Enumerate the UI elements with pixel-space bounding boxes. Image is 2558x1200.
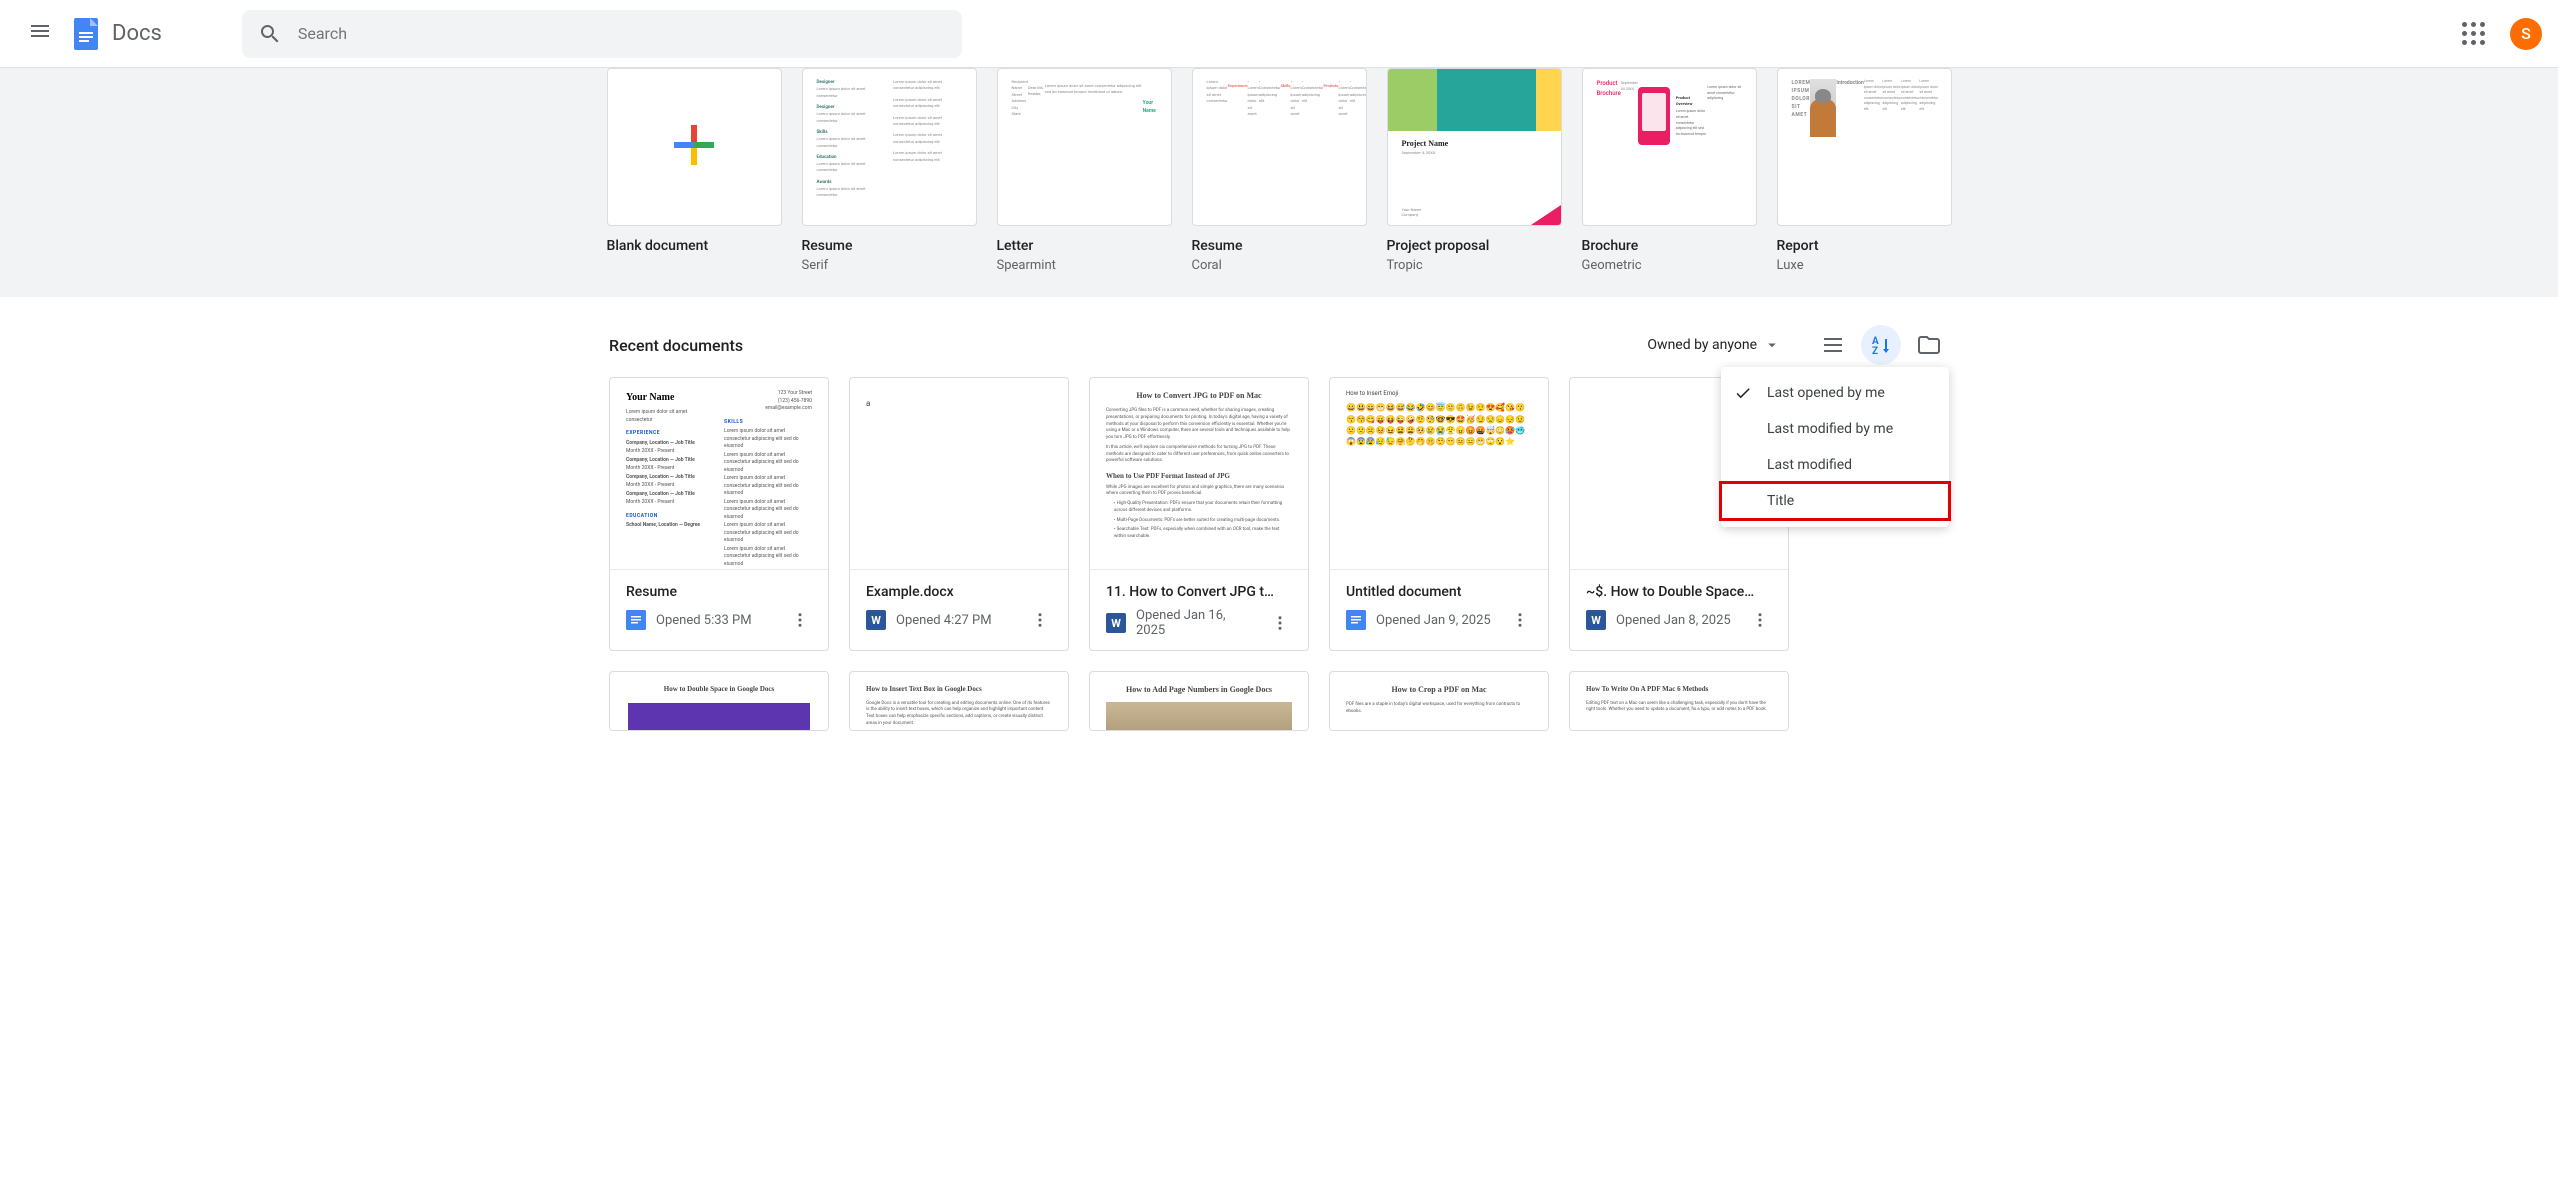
more-vert-icon bbox=[1271, 614, 1289, 632]
sort-option[interactable]: Title bbox=[1721, 483, 1949, 519]
document-date: Opened Jan 9, 2025 bbox=[1376, 613, 1498, 628]
template-name: Project proposal bbox=[1387, 238, 1562, 254]
more-vert-icon bbox=[1511, 611, 1529, 629]
template-subtitle: Tropic bbox=[1387, 258, 1562, 273]
owner-filter[interactable]: Owned by anyone bbox=[1639, 328, 1789, 362]
template-name: Brochure bbox=[1582, 238, 1757, 254]
document-more-button[interactable] bbox=[788, 608, 812, 632]
recent-header: Recent documents Owned by anyone AZ Last… bbox=[597, 313, 1961, 377]
docs-file-icon bbox=[1346, 610, 1366, 630]
document-card[interactable]: How to Double Space in Google Docs bbox=[609, 671, 829, 731]
templates-row: Blank document DesignerLorem ipsum dolor … bbox=[597, 68, 1961, 273]
app-logo[interactable]: Docs bbox=[68, 16, 162, 52]
docs-file-icon bbox=[626, 610, 646, 630]
sort-option-label: Last modified bbox=[1767, 457, 1852, 473]
template-subtitle: Luxe bbox=[1777, 258, 1952, 273]
document-card[interactable]: Your NameLorem ipsum dolor sit amet cons… bbox=[609, 377, 829, 651]
template-name: Resume bbox=[802, 238, 977, 254]
sort-option-label: Last opened by me bbox=[1767, 385, 1885, 401]
view-controls: AZ bbox=[1813, 325, 1949, 365]
more-vert-icon bbox=[791, 611, 809, 629]
template-card-report[interactable]: LOREM IPSUM DOLOR SIT AMETIntroductionLo… bbox=[1777, 68, 1952, 273]
sort-option-label: Title bbox=[1767, 493, 1794, 509]
document-name: Resume bbox=[626, 584, 812, 600]
check-icon bbox=[1733, 383, 1753, 403]
document-date: Opened 5:33 PM bbox=[656, 613, 778, 628]
template-card-blank[interactable]: Blank document bbox=[607, 68, 782, 273]
template-card-resume_serif[interactable]: DesignerLorem ipsum dolor sit amet conse… bbox=[802, 68, 977, 273]
main-menu-button[interactable] bbox=[16, 10, 64, 58]
template-card-brochure[interactable]: Product BrochureSeptember 04 20XXProduct… bbox=[1582, 68, 1757, 273]
recent-section: Recent documents Owned by anyone AZ Last… bbox=[597, 297, 1961, 747]
template-subtitle: Serif bbox=[802, 258, 977, 273]
sort-option-label: Last modified by me bbox=[1767, 421, 1893, 437]
document-card[interactable]: How to Crop a PDF on MacPDF files are a … bbox=[1329, 671, 1549, 731]
folder-icon bbox=[1917, 333, 1941, 357]
template-name: Blank document bbox=[607, 238, 782, 254]
owner-filter-label: Owned by anyone bbox=[1647, 337, 1757, 353]
document-date: Opened Jan 16, 2025 bbox=[1136, 608, 1258, 638]
docs-icon bbox=[68, 16, 104, 52]
document-card[interactable]: How to Insert Emoji😀😃😄😁😆😅😂🤣😊😇🙂🙃😉😌😍🥰😘😗😙😚😋… bbox=[1329, 377, 1549, 651]
template-card-resume_coral[interactable]: Lorem ipsum dolor sit amet consecteturEx… bbox=[1192, 68, 1367, 273]
template-subtitle: Geometric bbox=[1582, 258, 1757, 273]
template-subtitle: Spearmint bbox=[997, 258, 1172, 273]
word-file-icon: W bbox=[1586, 610, 1606, 630]
list-view-button[interactable] bbox=[1813, 325, 1853, 365]
user-avatar[interactable]: S bbox=[2510, 18, 2542, 50]
sort-option[interactable]: Last modified by me bbox=[1721, 411, 1949, 447]
more-vert-icon bbox=[1751, 611, 1769, 629]
list-icon bbox=[1821, 333, 1845, 357]
document-card[interactable]: How To Write On A PDF Mac 6 MethodsEditi… bbox=[1569, 671, 1789, 731]
document-more-button[interactable] bbox=[1748, 608, 1772, 632]
document-card[interactable]: aExample.docxWOpened 4:27 PM bbox=[849, 377, 1069, 651]
document-name: 11. How to Convert JPG t… bbox=[1106, 584, 1292, 600]
check-icon bbox=[1733, 455, 1753, 475]
document-date: Opened Jan 8, 2025 bbox=[1616, 613, 1738, 628]
check-icon bbox=[1733, 419, 1753, 439]
svg-text:Z: Z bbox=[1872, 346, 1878, 357]
document-card[interactable]: How to Convert JPG to PDF on MacConverti… bbox=[1089, 377, 1309, 651]
template-card-proposal[interactable]: Project NameSeptember 4, 20XXYour NameCo… bbox=[1387, 68, 1562, 273]
search-input[interactable] bbox=[298, 24, 946, 43]
sort-button[interactable]: AZ bbox=[1861, 325, 1901, 365]
plus-icon bbox=[669, 120, 719, 174]
document-more-button[interactable] bbox=[1508, 608, 1532, 632]
recent-title: Recent documents bbox=[609, 336, 743, 355]
document-date: Opened 4:27 PM bbox=[896, 613, 1018, 628]
document-name: Example.docx bbox=[866, 584, 1052, 600]
document-more-button[interactable] bbox=[1028, 608, 1052, 632]
more-vert-icon bbox=[1031, 611, 1049, 629]
document-name: Untitled document bbox=[1346, 584, 1532, 600]
dropdown-icon bbox=[1763, 336, 1781, 354]
templates-section: Blank document DesignerLorem ipsum dolor … bbox=[0, 68, 2558, 297]
sort-option[interactable]: Last opened by me bbox=[1721, 375, 1949, 411]
apps-grid-icon bbox=[2462, 22, 2486, 46]
template-subtitle: Coral bbox=[1192, 258, 1367, 273]
sort-option[interactable]: Last modified bbox=[1721, 447, 1949, 483]
template-name: Resume bbox=[1192, 238, 1367, 254]
hamburger-icon bbox=[28, 22, 52, 46]
word-file-icon: W bbox=[866, 610, 886, 630]
header: Docs S bbox=[0, 0, 2558, 68]
app-name: Docs bbox=[112, 21, 162, 46]
search-bar[interactable] bbox=[242, 10, 962, 58]
check-icon bbox=[1733, 491, 1753, 511]
document-name: ~$. How to Double Space… bbox=[1586, 584, 1772, 600]
document-card[interactable]: How to Insert Text Box in Google DocsGoo… bbox=[849, 671, 1069, 731]
recent-controls: Owned by anyone AZ Last opened by meLast… bbox=[1639, 325, 1949, 365]
sort-az-icon: AZ bbox=[1869, 333, 1893, 357]
template-card-letter[interactable]: Recipient NameStreet AddressCity StateDe… bbox=[997, 68, 1172, 273]
word-file-icon: W bbox=[1106, 613, 1126, 633]
sort-dropdown: Last opened by me Last modified by me Last… bbox=[1721, 367, 1949, 527]
folder-button[interactable] bbox=[1909, 325, 1949, 365]
header-right: S bbox=[2454, 14, 2542, 54]
template-name: Report bbox=[1777, 238, 1952, 254]
google-apps-button[interactable] bbox=[2454, 14, 2494, 54]
document-card[interactable]: How to Add Page Numbers in Google Docs bbox=[1089, 671, 1309, 731]
template-name: Letter bbox=[997, 238, 1172, 254]
search-icon bbox=[258, 22, 282, 46]
document-more-button[interactable] bbox=[1268, 611, 1292, 635]
